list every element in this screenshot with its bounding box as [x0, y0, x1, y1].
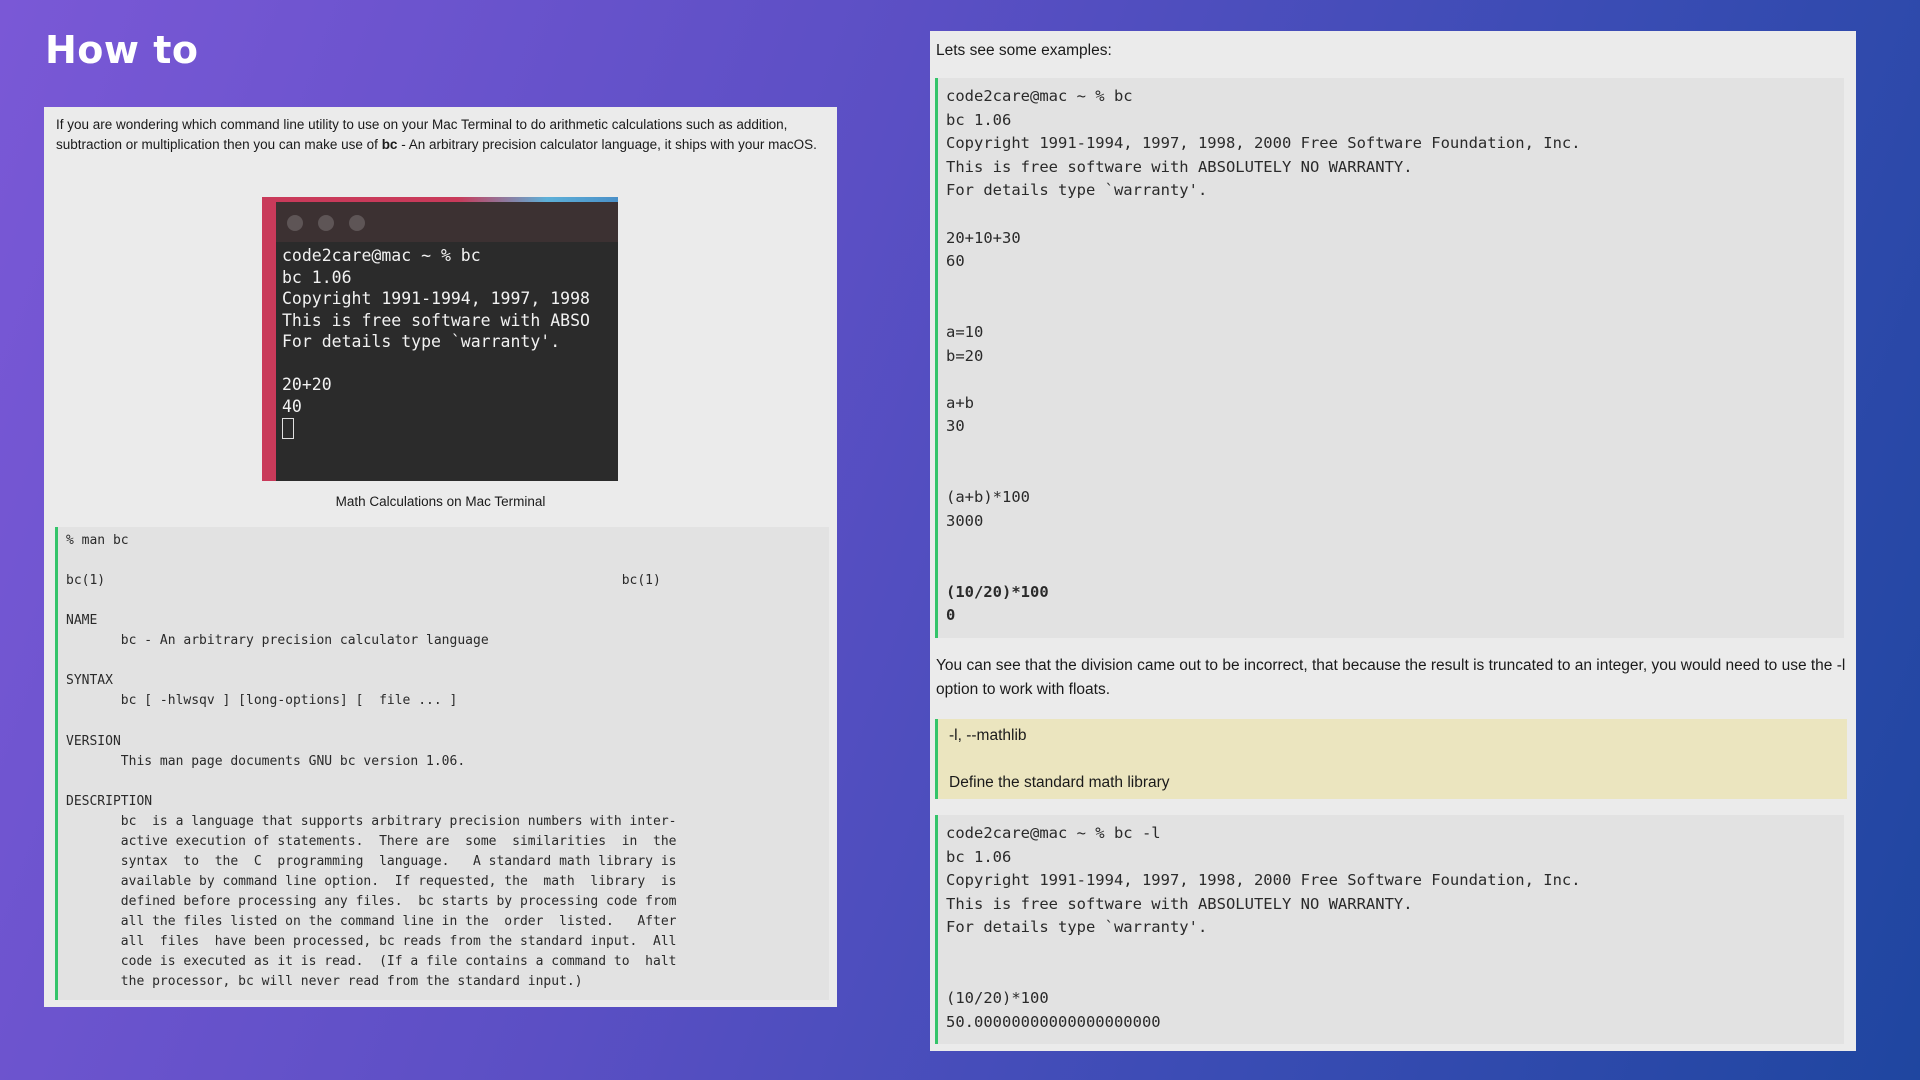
- man-page-line: all the files listed on the command line…: [66, 913, 677, 929]
- close-window-icon: [287, 215, 303, 231]
- terminal-left-edge: [262, 197, 276, 481]
- man-page-line: SYNTAX: [66, 673, 113, 689]
- code-line: 20+10+30: [946, 228, 1021, 247]
- man-page-line: This man page documents GNU bc version 1…: [66, 753, 466, 769]
- code-line: (a+b)*100: [946, 488, 1030, 507]
- note-description: Define the standard math library: [949, 774, 1170, 791]
- code-line: For details type `warranty'.: [946, 918, 1208, 937]
- terminal-line: 20+20: [282, 375, 332, 394]
- man-page-line: syntax to the C programming language. A …: [66, 853, 677, 869]
- code-line: This is free software with ABSOLUTELY NO…: [946, 157, 1413, 176]
- code-line: code2care@mac ~ % bc -l: [946, 824, 1161, 842]
- code-line: For details type `warranty'.: [946, 181, 1208, 200]
- code-line: Copyright 1991-1994, 1997, 1998, 2000 Fr…: [946, 871, 1581, 890]
- man-page-line: all files have been processed, bc reads …: [66, 934, 677, 949]
- left-article-panel: If you are wondering which command line …: [44, 107, 837, 1007]
- man-page-line: bc(1) bc(1): [66, 573, 661, 589]
- man-page-line: bc - An arbitrary precision calculator l…: [66, 633, 489, 649]
- note-option: -l, --mathlib: [949, 727, 1027, 744]
- terminal-line: 40: [282, 396, 302, 416]
- code-line: 50.00000000000000000000: [946, 1012, 1161, 1031]
- code-line: 30: [946, 417, 965, 436]
- man-page-line: defined before processing any files. bc …: [66, 893, 677, 909]
- intro-paragraph: If you are wondering which command line …: [56, 115, 826, 155]
- bc-examples-code-block: code2care@mac ~ % bc bc 1.06 Copyright 199…: [935, 78, 1844, 638]
- figure-caption: Math Calculations on Mac Terminal: [335, 494, 546, 509]
- code-line: bc 1.06: [946, 110, 1012, 129]
- terminal-line: bc 1.06: [282, 267, 352, 287]
- terminal-cursor-icon: [282, 418, 294, 439]
- minimize-window-icon: [318, 215, 334, 231]
- terminal-titlebar: [276, 202, 618, 242]
- zoom-window-icon: [349, 215, 365, 231]
- man-page-line: code is executed as it is read. (If a fi…: [66, 954, 677, 970]
- man-page-line: the processor, bc will never read from t…: [66, 974, 583, 990]
- code-line: This is free software with ABSOLUTELY NO…: [946, 894, 1413, 913]
- code-line: (10/20)*100: [946, 989, 1049, 1008]
- man-page-line: NAME: [66, 613, 98, 629]
- terminal-line: This is free software with ABSO: [282, 310, 590, 330]
- page-heading: How to: [45, 28, 199, 72]
- bc-mathlib-code-block: code2care@mac ~ % bc -l bc 1.06 Copyright …: [935, 815, 1844, 1044]
- code-line: 60: [946, 252, 965, 271]
- man-page-line: bc [ -hlwsqv ] [long-options] [ file ...…: [66, 693, 458, 709]
- terminal-line: code2care@mac ~ % bc: [282, 246, 481, 265]
- code-line: Copyright 1991-1994, 1997, 1998, 2000 Fr…: [946, 134, 1581, 153]
- mathlib-note-box: -l, --mathlib Define the standard math l…: [935, 719, 1847, 799]
- terminal-line: For details type `warranty'.: [282, 332, 561, 351]
- examples-label: Lets see some examples:: [936, 42, 1112, 59]
- terminal-output: code2care@mac ~ % bc bc 1.06 Copyright 199…: [282, 245, 618, 439]
- man-page-code-block: % man bc bc(1) bc(1) NAME bc - An arbitrar…: [55, 527, 829, 1000]
- man-page-line: available by command line option. If req…: [66, 873, 677, 889]
- man-page-line: % man bc: [66, 533, 129, 548]
- man-page-line: active execution of statements. There ar…: [66, 833, 677, 849]
- man-page-line: DESCRIPTION: [66, 793, 153, 809]
- code-line: a+b: [946, 393, 974, 412]
- code-line: b=20: [946, 346, 984, 365]
- code-line: (10/20)*100: [946, 582, 1049, 601]
- man-page-line: bc is a language that supports arbitrary…: [66, 813, 677, 829]
- terminal-screenshot-image: code2care@mac ~ % bc bc 1.06 Copyright 199…: [262, 197, 618, 481]
- intro-bc-bold: bc: [381, 137, 398, 152]
- code-line: bc 1.06: [946, 847, 1012, 866]
- right-article-panel: Lets see some examples: code2care@mac ~ …: [930, 31, 1856, 1051]
- code-line: 0: [946, 606, 956, 625]
- intro-text-end: - An arbitrary precision calculator lang…: [397, 137, 817, 152]
- code-line: code2care@mac ~ % bc: [946, 87, 1133, 105]
- explanation-paragraph: You can see that the division came out t…: [936, 657, 1846, 698]
- code-line: a=10: [946, 323, 984, 341]
- terminal-line: Copyright 1991-1994, 1997, 1998: [282, 289, 590, 308]
- code-line: 3000: [946, 511, 984, 530]
- man-page-line: VERSION: [66, 733, 121, 749]
